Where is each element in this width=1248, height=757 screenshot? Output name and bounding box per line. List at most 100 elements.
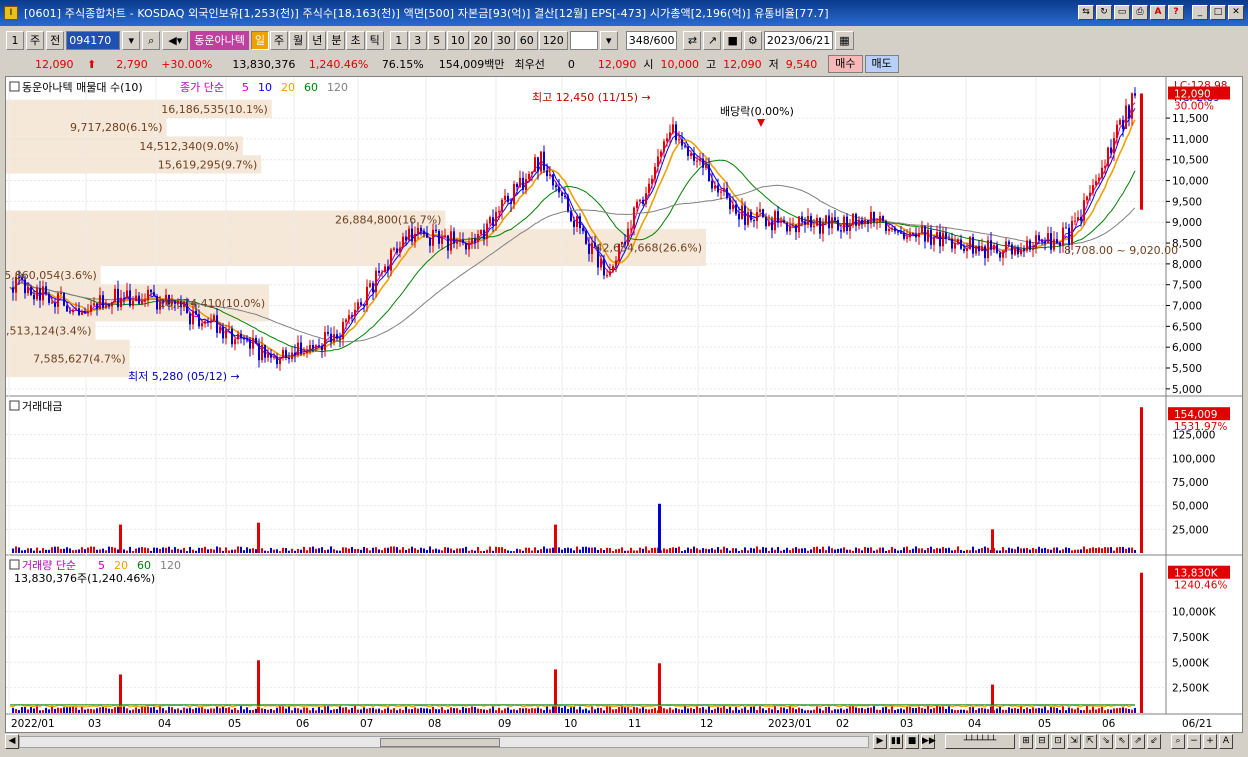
chart-canvas[interactable]: 11,50011,00010,50010,0009,5009,0008,5008… <box>6 77 1243 733</box>
price-value: 12,090 <box>35 57 74 71</box>
amount-bar <box>666 549 668 553</box>
calendar-icon[interactable]: ▦ <box>835 30 854 50</box>
tool-icon-1[interactable]: ⊞ <box>1019 734 1033 749</box>
save-icon[interactable]: ■ <box>723 30 742 50</box>
volume-bar <box>846 708 848 713</box>
dropdown-icon[interactable]: ▾ <box>122 30 141 50</box>
refresh-icon[interactable]: ↻ <box>1096 5 1112 20</box>
interval-button[interactable]: 3 <box>408 30 427 50</box>
y-tick-label: 6,500 <box>1172 321 1202 333</box>
amount-bar <box>270 547 272 553</box>
zoom-out-button[interactable]: − <box>1187 734 1201 749</box>
interval-button[interactable]: 60 <box>515 30 538 50</box>
interval-input[interactable] <box>569 30 598 50</box>
interval-button[interactable]: 120 <box>538 30 568 50</box>
y-tick-label: 5,000K <box>1172 657 1210 669</box>
interval-button[interactable]: 1 <box>389 30 408 50</box>
tool-icon-5[interactable]: ⇱ <box>1083 734 1097 749</box>
play-icon[interactable]: ▶ <box>873 734 887 749</box>
candle-body <box>825 215 827 223</box>
volume-bar <box>30 707 32 713</box>
y-tick-label: 10,000 <box>1172 176 1209 188</box>
tool-icon-2[interactable]: ⊟ <box>1035 734 1049 749</box>
period-button[interactable]: 분 <box>327 30 346 50</box>
help-icon[interactable]: ? <box>1168 5 1184 20</box>
horizontal-scrollbar[interactable] <box>19 736 869 748</box>
amount-bar <box>861 550 863 553</box>
tool-icon-4[interactable]: ⇲ <box>1067 734 1081 749</box>
scroll-left-icon[interactable]: ◀ <box>5 734 19 749</box>
chart-area[interactable]: 11,500 11,000 10,500 10,000 9,500 9,000 8,500 8… <box>5 76 1243 733</box>
tool-icon-3[interactable]: ⊡ <box>1051 734 1065 749</box>
stop-icon[interactable]: ■ <box>905 734 919 749</box>
font-icon[interactable]: A <box>1150 5 1166 20</box>
candle-body <box>378 270 380 273</box>
link-icon[interactable]: ⇆ <box>1078 5 1094 20</box>
candle-body <box>975 246 977 254</box>
volume-bar <box>1134 707 1136 713</box>
amount-bar <box>339 550 341 553</box>
amount-bar <box>906 546 908 553</box>
period-button[interactable]: 틱 <box>365 30 384 50</box>
count-input[interactable]: 348/600 <box>625 30 678 50</box>
sell-button[interactable]: 매도 <box>864 55 899 73</box>
indicator-icon[interactable]: ↗ <box>703 30 722 50</box>
font-size-button[interactable]: A <box>1219 734 1233 749</box>
arrows-icon[interactable]: ⇄ <box>683 30 702 50</box>
amount-bar <box>1041 548 1043 553</box>
y-tick-label: 10,500 <box>1172 155 1209 167</box>
magnifier-icon[interactable]: ⌕ <box>1171 734 1185 749</box>
volume-bar <box>897 709 899 713</box>
fast-forward-icon[interactable]: ▶▶ <box>921 734 936 749</box>
ruler-icon[interactable]: ┴┴┴┴┴┴ <box>945 734 1015 749</box>
candle-body <box>570 211 572 221</box>
candle-body <box>537 157 539 172</box>
period-button[interactable]: 일 <box>250 30 269 50</box>
stock-code-input[interactable]: 094170 <box>66 30 121 50</box>
link-group-icon[interactable]: 1 <box>6 30 24 50</box>
close-icon[interactable]: ✕ <box>1228 5 1244 20</box>
stock-name[interactable]: 동운아나텍 <box>190 30 249 50</box>
interval-button[interactable]: 10 <box>446 30 469 50</box>
amount-bar <box>585 546 587 553</box>
amount-bar <box>57 546 59 553</box>
candle-body <box>555 185 557 188</box>
prev-button[interactable]: 전 <box>46 30 65 50</box>
period-button[interactable]: 년 <box>308 30 327 50</box>
interval-button[interactable]: 5 <box>427 30 446 50</box>
scroll-thumb[interactable] <box>380 738 500 747</box>
period-button[interactable]: 주 <box>269 30 289 50</box>
tool-icon-8[interactable]: ⇗ <box>1131 734 1145 749</box>
amount-bar <box>1083 546 1085 553</box>
tool-icon-6[interactable]: ⇘ <box>1099 734 1113 749</box>
prio-value: 0 <box>567 57 575 71</box>
amount-bar <box>18 547 20 553</box>
amount-bar <box>372 547 374 553</box>
interval-button[interactable]: 30 <box>492 30 515 50</box>
volume-bar <box>1062 706 1064 713</box>
speaker-icon[interactable]: ◀▾ <box>162 30 189 50</box>
print-icon[interactable]: ⎙ <box>1132 5 1148 20</box>
tool-icon-9[interactable]: ⇙ <box>1147 734 1161 749</box>
amount-bar <box>1101 548 1103 553</box>
amount-bar <box>816 546 818 553</box>
search-icon[interactable]: ⌕ <box>142 30 161 50</box>
date-input[interactable]: 2023/06/21 <box>763 30 834 50</box>
candle-body <box>591 242 593 254</box>
minimize-icon[interactable]: _ <box>1192 5 1208 20</box>
buy-button[interactable]: 매수 <box>828 55 863 73</box>
period-button[interactable]: 월 <box>289 30 308 50</box>
tool-icon-7[interactable]: ⇖ <box>1115 734 1129 749</box>
interval-dropdown-icon[interactable]: ▾ <box>599 30 618 50</box>
settings-icon[interactable]: ⚙ <box>743 30 762 50</box>
period-button[interactable]: 초 <box>346 30 365 50</box>
pause-icon[interactable]: ▮▮ <box>889 734 903 749</box>
amount-bar <box>387 547 389 553</box>
type-select[interactable]: 주 <box>26 30 45 50</box>
window-icon[interactable]: ▭ <box>1114 5 1130 20</box>
volume-bar <box>162 708 164 713</box>
maximize-icon[interactable]: □ <box>1210 5 1226 20</box>
zoom-in-button[interactable]: + <box>1203 734 1217 749</box>
candle-body <box>1023 249 1025 251</box>
interval-button[interactable]: 20 <box>469 30 492 50</box>
